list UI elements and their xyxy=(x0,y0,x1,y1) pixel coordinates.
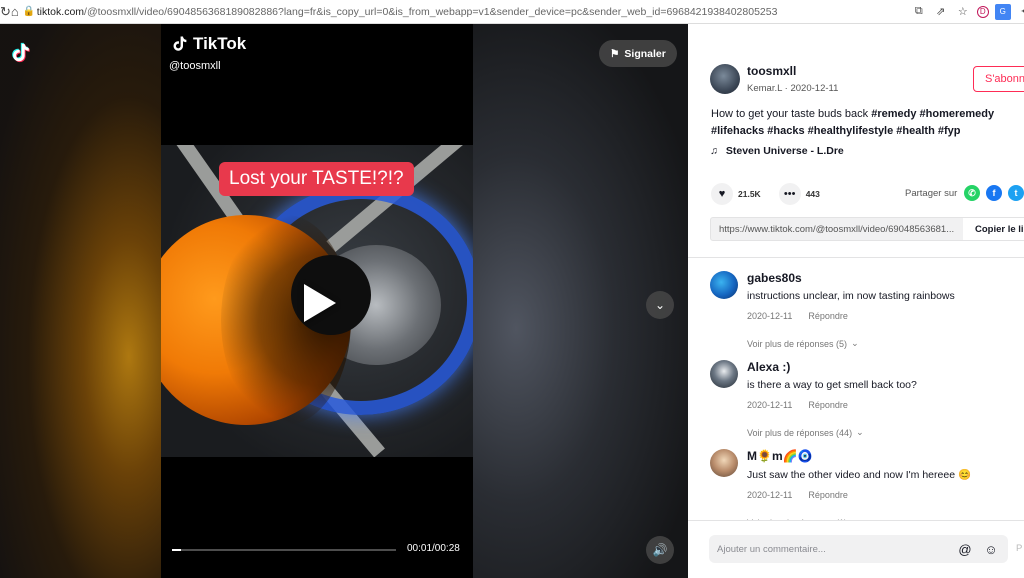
reply-button[interactable]: Répondre xyxy=(808,490,848,500)
mention-icon[interactable]: @ xyxy=(956,540,974,558)
comment-author[interactable]: M🌻m🌈🧿 xyxy=(747,449,971,463)
watermark-handle: @toosmxll xyxy=(169,60,221,72)
comment-text: is there a way to get smell back too? xyxy=(747,379,917,391)
home-icon[interactable]: ⌂ xyxy=(11,2,19,22)
report-label: Signaler xyxy=(624,47,666,60)
comment-text: instructions unclear, im now tasting rai… xyxy=(747,290,955,302)
comment-count: 443 xyxy=(805,189,820,199)
music-link[interactable]: ♫ Steven Universe - L.Dre xyxy=(710,145,844,157)
comment-date: 2020-12-11 xyxy=(747,400,793,410)
comment-avatar[interactable] xyxy=(710,360,738,388)
reload-icon[interactable]: ↻ xyxy=(0,2,11,22)
engagement-stats: ♥ 21.5K ••• 443 xyxy=(711,183,838,205)
heart-icon[interactable]: ♥ xyxy=(711,183,733,205)
reply-button[interactable]: Répondre xyxy=(808,400,848,410)
progress-fill xyxy=(172,549,181,551)
view-more-replies[interactable]: Voir plus de réponses (44) ⌄ xyxy=(747,427,917,438)
tiktok-watermark-icon xyxy=(173,36,187,51)
add-comment-bar: Ajouter un commentaire... @ ☺ P xyxy=(688,520,1024,578)
twitter-icon[interactable]: t xyxy=(1008,185,1024,201)
hashtag[interactable]: #healthylifestyle xyxy=(808,125,894,137)
post-description: How to get your taste buds back #remedy … xyxy=(711,106,1001,140)
comment-avatar[interactable] xyxy=(710,449,738,477)
translate-icon[interactable]: G xyxy=(994,3,1011,20)
hashtag[interactable]: #health xyxy=(896,125,935,137)
report-button[interactable]: ⚑ Signaler xyxy=(599,40,677,67)
extension-d-icon[interactable]: D xyxy=(976,5,989,18)
copy-link-button[interactable]: Copier le lien xyxy=(963,218,1024,240)
background-blur-left xyxy=(0,24,161,578)
video-area: Lost your TASTE!?!? TikTok @toosmxll 00:… xyxy=(0,24,688,578)
divider xyxy=(688,257,1024,258)
post-comment-button[interactable]: P xyxy=(1016,543,1022,554)
watermark-brand: TikTok xyxy=(193,34,247,53)
play-icon[interactable] xyxy=(304,284,336,322)
hashtag[interactable]: #remedy xyxy=(871,108,916,120)
puzzle-icon[interactable]: ✦ xyxy=(1017,4,1024,20)
share-label: Partager sur xyxy=(905,188,958,199)
flag-icon: ⚑ xyxy=(610,47,620,60)
comment-avatar[interactable] xyxy=(710,271,738,299)
comment-author[interactable]: gabes80s xyxy=(747,271,955,285)
chevron-down-icon: ⌄ xyxy=(654,298,666,312)
video-frame-image[interactable]: Lost your TASTE!?!? xyxy=(161,145,473,457)
url-text: tiktok.com/@toosmxll/video/6904856368189… xyxy=(36,5,778,18)
progress-bar[interactable] xyxy=(172,549,396,551)
volume-button[interactable]: 🔊 xyxy=(646,536,674,564)
open-external-icon[interactable]: ⧉ xyxy=(911,4,927,20)
chevron-down-icon: ⌄ xyxy=(856,427,864,437)
author-info[interactable]: toosmxll Kemar.L · 2020-12-11 xyxy=(710,64,838,94)
browser-toolbar: ↻ ⌂ 🔒 tiktok.com/@toosmxll/video/6904856… xyxy=(0,0,1024,24)
music-note-icon: ♫ xyxy=(710,145,718,157)
comment-author[interactable]: Alexa :) xyxy=(747,360,917,374)
facebook-icon[interactable]: f xyxy=(986,185,1002,201)
share-link-box: https://www.tiktok.com/@toosmxll/video/6… xyxy=(710,217,1024,241)
share-page-icon[interactable]: ⇗ xyxy=(933,4,949,20)
video-time: 00:01/00:28 xyxy=(407,543,460,554)
star-icon[interactable]: ☆ xyxy=(955,4,971,20)
hashtag[interactable]: #lifehacks xyxy=(711,125,764,137)
like-count: 21.5K xyxy=(738,189,761,199)
view-more-replies[interactable]: Voir plus de réponses (5) ⌄ xyxy=(747,338,955,349)
chevron-down-icon: ⌄ xyxy=(851,338,859,348)
emoji-icon[interactable]: ☺ xyxy=(982,540,1000,558)
video-caption-overlay: Lost your TASTE!?!? xyxy=(219,162,414,196)
reply-button[interactable]: Répondre xyxy=(808,311,848,321)
comment-date: 2020-12-11 xyxy=(747,490,793,500)
comment-text: Just saw the other video and now I'm her… xyxy=(747,469,972,481)
comment-icon[interactable]: ••• xyxy=(778,183,801,205)
address-bar[interactable]: 🔒 tiktok.com/@toosmxll/video/69048563681… xyxy=(23,2,903,22)
extension-icons: ⧉ ⇗ ☆ D G ✦ ≡ xyxy=(911,3,1024,20)
volume-icon: 🔊 xyxy=(652,543,668,557)
tiktok-logo-icon[interactable] xyxy=(10,42,32,64)
music-title: Steven Universe - L.Dre xyxy=(725,145,844,157)
author-username[interactable]: toosmxll xyxy=(747,64,838,78)
desc-text: How to get your taste buds back xyxy=(711,108,869,120)
author-subline: Kemar.L · 2020-12-11 xyxy=(747,83,839,94)
post-details-panel: toosmxll Kemar.L · 2020-12-11 S'abonn Ho… xyxy=(688,24,1024,578)
video-watermark: TikTok xyxy=(171,34,246,54)
follow-button[interactable]: S'abonn xyxy=(973,66,1024,92)
author-avatar[interactable] xyxy=(710,64,740,94)
lock-icon: 🔒 xyxy=(22,6,36,17)
hashtag[interactable]: #hacks xyxy=(767,125,804,137)
video-player[interactable]: Lost your TASTE!?!? TikTok @toosmxll 00:… xyxy=(161,24,473,578)
whatsapp-icon[interactable]: ✆ xyxy=(964,185,980,201)
comment-placeholder: Ajouter un commentaire... xyxy=(717,543,826,555)
share-link-text[interactable]: https://www.tiktok.com/@toosmxll/video/6… xyxy=(711,224,963,235)
hashtag[interactable]: #homeremedy xyxy=(920,108,995,120)
next-video-button[interactable]: ⌄ xyxy=(646,291,674,319)
comment-date: 2020-12-11 xyxy=(747,311,793,321)
hashtag[interactable]: #fyp xyxy=(938,125,961,137)
comment-input[interactable]: Ajouter un commentaire... @ ☺ xyxy=(709,535,1008,563)
